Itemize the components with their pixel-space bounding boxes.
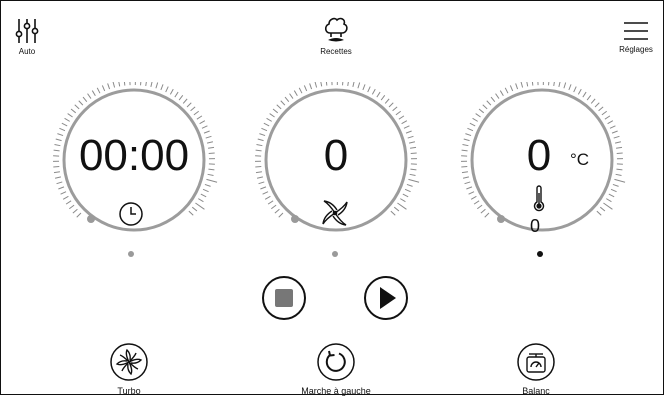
page-dot-temperature[interactable] xyxy=(537,251,543,257)
page-dot-speed[interactable] xyxy=(332,251,338,257)
time-dial[interactable]: 00:00 xyxy=(44,82,224,262)
time-value: 00:00 xyxy=(44,130,224,182)
stop-button[interactable] xyxy=(261,275,307,321)
play-button[interactable] xyxy=(363,275,409,321)
reverse-rotation-icon xyxy=(316,342,356,382)
settings-button[interactable]: Réglages xyxy=(612,20,660,54)
temperature-value: 0 xyxy=(452,130,626,182)
turbo-button[interactable]: Turbo xyxy=(69,342,189,396)
settings-label: Réglages xyxy=(612,45,660,54)
speed-dial[interactable]: 0 xyxy=(246,82,426,262)
page-dot-time[interactable] xyxy=(128,251,134,257)
sliders-icon xyxy=(15,18,39,44)
blade-icon xyxy=(320,198,350,228)
chef-hat-icon xyxy=(323,16,349,44)
temperature-unit: °C xyxy=(570,150,589,170)
recipes-label: Recettes xyxy=(306,47,366,56)
auto-mode-label: Auto xyxy=(12,47,42,56)
reverse-button[interactable]: Marche à gauche xyxy=(276,342,396,396)
scale-icon xyxy=(516,342,556,382)
play-icon xyxy=(363,275,409,321)
thermometer-icon xyxy=(532,185,546,213)
scale-button[interactable]: Balanc xyxy=(476,342,596,396)
turbo-icon xyxy=(109,342,149,382)
clock-icon xyxy=(117,200,145,228)
recipes-button[interactable]: Recettes xyxy=(306,16,366,56)
speed-value: 0 xyxy=(246,130,426,182)
menu-icon xyxy=(623,20,649,42)
stop-icon xyxy=(261,275,307,321)
temperature-sub-value: 0 xyxy=(530,216,540,237)
temperature-dial[interactable]: 0 °C 0 xyxy=(452,82,632,262)
auto-mode-button[interactable]: Auto xyxy=(12,18,42,56)
